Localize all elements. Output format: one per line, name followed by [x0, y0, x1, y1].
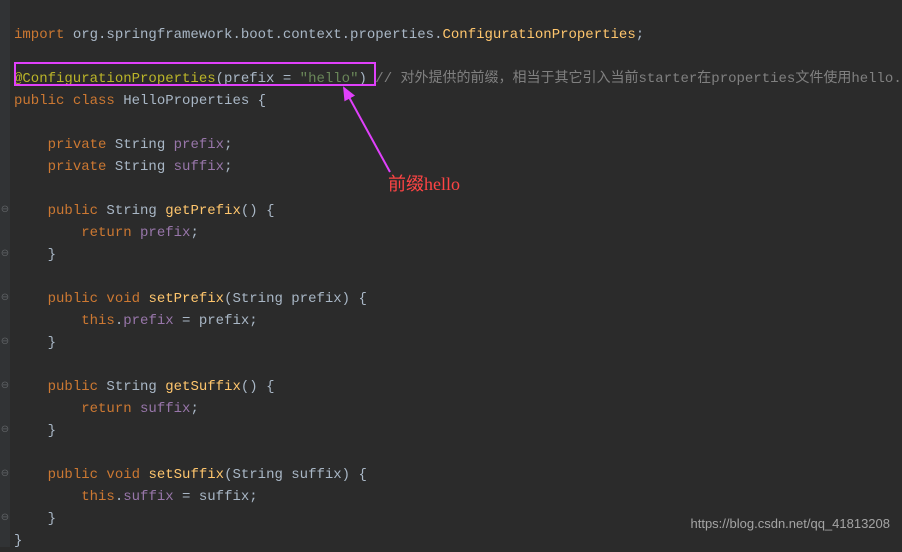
code-line: @ConfigurationProperties(prefix = "hello… [14, 68, 902, 90]
code-line [14, 46, 902, 68]
code-line: return prefix; [14, 222, 902, 244]
code-line: public class HelloProperties { [14, 90, 902, 112]
code-line: public String getSuffix() { [14, 376, 902, 398]
fold-icon[interactable]: ⊖ [0, 200, 10, 222]
code-line [14, 266, 902, 288]
code-line: this.prefix = prefix; [14, 310, 902, 332]
fold-icon[interactable]: ⊖ [0, 244, 10, 266]
code-line: } [14, 244, 902, 266]
fold-icon[interactable]: ⊖ [0, 332, 10, 354]
code-line [14, 442, 902, 464]
code-line: } [14, 332, 902, 354]
code-line: import org.springframework.boot.context.… [14, 24, 902, 46]
code-line: this.suffix = suffix; [14, 486, 902, 508]
code-line: private String prefix; [14, 134, 902, 156]
fold-icon[interactable]: ⊖ [0, 420, 10, 442]
code-line: return suffix; [14, 398, 902, 420]
code-line: public String getPrefix() { [14, 200, 902, 222]
gutter: ⊖ ⊖ ⊖ ⊖ ⊖ ⊖ ⊖ ⊖ [0, 0, 10, 547]
fold-icon[interactable]: ⊖ [0, 508, 10, 530]
code-editor: ⊖ ⊖ ⊖ ⊖ ⊖ ⊖ ⊖ ⊖ import org.springframewo… [0, 0, 902, 547]
code-line: } [14, 420, 902, 442]
code-area[interactable]: import org.springframework.boot.context.… [10, 0, 902, 547]
code-line: } [14, 530, 902, 552]
code-line [14, 112, 902, 134]
annotation-label: 前缀hello [388, 170, 460, 196]
code-line [14, 354, 902, 376]
code-line: public void setSuffix(String suffix) { [14, 464, 902, 486]
fold-icon[interactable]: ⊖ [0, 464, 10, 486]
fold-icon[interactable]: ⊖ [0, 288, 10, 310]
watermark: https://blog.csdn.net/qq_41813208 [691, 516, 891, 531]
code-line: public void setPrefix(String prefix) { [14, 288, 902, 310]
fold-icon[interactable]: ⊖ [0, 376, 10, 398]
